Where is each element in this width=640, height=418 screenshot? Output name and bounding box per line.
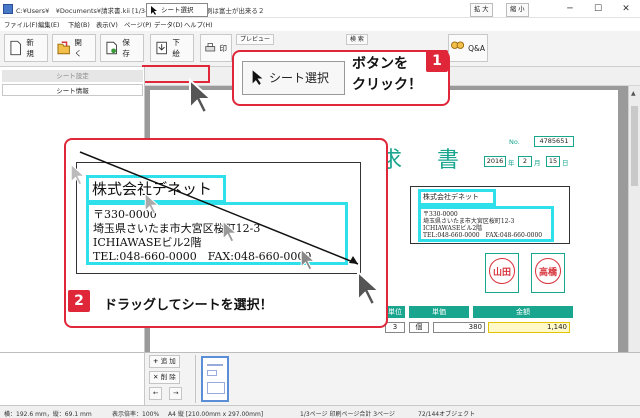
- delete-page-button[interactable]: ✕ 削 除: [149, 371, 180, 384]
- title-bar: C:¥Users¥ ¥Documents¥請求書.kii [1/3ページ] - …: [0, 0, 640, 18]
- date-day: 15: [546, 156, 560, 167]
- prev-page-button[interactable]: ←: [149, 387, 163, 400]
- underlay-button[interactable]: 下 絵: [150, 34, 194, 62]
- menu-file[interactable]: ファイル(F): [4, 20, 38, 29]
- step-badge-2: 2: [68, 290, 90, 312]
- zoom-out-button[interactable]: 縮 小: [506, 3, 529, 17]
- folder-open-icon: [57, 41, 70, 55]
- new-button[interactable]: 新 規: [4, 34, 48, 62]
- scroll-up-icon[interactable]: ▲: [631, 90, 638, 97]
- callout-2-text: ドラッグしてシートを選択！: [104, 298, 273, 313]
- plus-icon: +: [153, 357, 161, 365]
- table-header-amount: 金額: [473, 306, 573, 318]
- menu-underlay[interactable]: 下絵(B): [68, 20, 90, 29]
- menu-data[interactable]: データ(D): [154, 20, 183, 29]
- page-thumbnail[interactable]: [201, 356, 229, 402]
- drag-cursor-icon: [144, 192, 160, 215]
- open-button[interactable]: 開 く: [52, 34, 96, 62]
- tab-sheet-info[interactable]: シート情報: [2, 84, 143, 96]
- invoice-no-value: 4785651: [534, 136, 574, 147]
- underlay-icon: [156, 41, 167, 55]
- table-header-price: 単価: [409, 306, 469, 318]
- table-cell-qty: 3: [385, 322, 405, 333]
- status-bar: 横：192.6 mm，縦：69.1 mm 表示倍率：100% A4 縦 [210…: [0, 405, 640, 418]
- step-badge-1: 1: [426, 50, 448, 72]
- add-page-button[interactable]: + 追 加: [149, 355, 180, 368]
- cursor-arrow-icon: [189, 78, 214, 115]
- left-lower-panel: [0, 352, 145, 405]
- print-button[interactable]: 印: [200, 34, 232, 62]
- status-objects: 72/144オブジェクト: [418, 411, 476, 418]
- seal-takahashi: 高橋: [535, 258, 561, 284]
- menu-edit[interactable]: 編集(E): [38, 20, 60, 29]
- status-position: 横：192.6 mm，縦：69.1 mm: [4, 411, 92, 418]
- drag-cursor-icon: [70, 163, 86, 186]
- app-icon: [3, 4, 13, 14]
- delete-icon: ✕: [153, 373, 161, 381]
- save-icon: [106, 41, 117, 55]
- table-cell-unit: 個: [409, 322, 429, 333]
- recipient-company-selected[interactable]: 株式会社デネット: [418, 189, 496, 206]
- menu-bar: ファイル(F) 編集(E) 下絵(B) 表示(V) ページ(P) データ(D) …: [0, 18, 640, 31]
- zoom-in-button[interactable]: 拡 大: [470, 3, 493, 17]
- printer-icon: [205, 43, 216, 52]
- document-title: 求 書: [380, 148, 473, 173]
- qa-button[interactable]: Q&A: [448, 34, 488, 62]
- drag-cursor-icon: [300, 248, 316, 271]
- preview-button[interactable]: プレビュー: [236, 34, 275, 45]
- vertical-scrollbar[interactable]: ▲: [628, 86, 640, 352]
- page-thumbnail-panel: + 追 加 ✕ 削 除 ← →: [145, 352, 640, 405]
- drag-path-arrow: [79, 151, 359, 265]
- qa-icon: [451, 41, 465, 49]
- status-paper: A4 縦 [210.00mm x 297.00mm]: [168, 411, 264, 418]
- tab-sheet-settings[interactable]: シート設定: [2, 70, 143, 82]
- recipient-address-selected[interactable]: 〒330-0000 埼玉県さいたま市大宮区桜町12-3 ICHIAWASEビル2…: [418, 206, 554, 242]
- date-month: 2: [518, 156, 532, 167]
- pointer-icon: [151, 6, 157, 15]
- divider: [195, 355, 196, 403]
- sheet-select-button-enlarged: シート選択: [242, 61, 345, 95]
- drag-cursor-icon: [222, 220, 238, 243]
- pointer-icon: [252, 70, 263, 85]
- table-cell-amount: 1,140: [488, 322, 570, 333]
- invoice-no-label: No.: [509, 138, 520, 146]
- window-title: C:¥Users¥ ¥Documents¥請求書.kii [1/3ページ] - …: [16, 7, 265, 15]
- maximize-button[interactable]: ☐: [584, 0, 612, 18]
- table-cell-price: 380: [433, 322, 485, 333]
- close-button[interactable]: ✕: [612, 0, 640, 18]
- date-day-unit: 日: [562, 159, 569, 167]
- status-page: 1/3ページ 印刷ページ合計 3ページ: [300, 411, 395, 418]
- date-year-unit: 年: [508, 159, 515, 167]
- status-zoom: 表示倍率：100%: [112, 411, 160, 418]
- save-button[interactable]: 保 存: [100, 34, 144, 62]
- new-file-icon: [10, 40, 21, 56]
- next-page-button[interactable]: →: [169, 387, 183, 400]
- date-month-unit: 月: [534, 159, 541, 167]
- table-header-unit: 単位: [385, 306, 405, 318]
- scrollbar-thumb[interactable]: [631, 106, 638, 186]
- date-year: 2016: [484, 156, 506, 167]
- drag-end-cursor-icon: [357, 270, 382, 307]
- callout-1-text: ボタンを クリック！: [352, 56, 422, 93]
- sheet-select-button[interactable]: シート選択: [146, 3, 208, 17]
- menu-page[interactable]: ページ(P): [124, 20, 151, 29]
- search-button[interactable]: 検 索: [346, 34, 368, 45]
- minimize-button[interactable]: ─: [556, 0, 584, 18]
- menu-view[interactable]: 表示(V): [96, 20, 118, 29]
- seal-yamada: 山田: [489, 258, 515, 284]
- menu-help[interactable]: ヘルプ(H): [184, 20, 213, 29]
